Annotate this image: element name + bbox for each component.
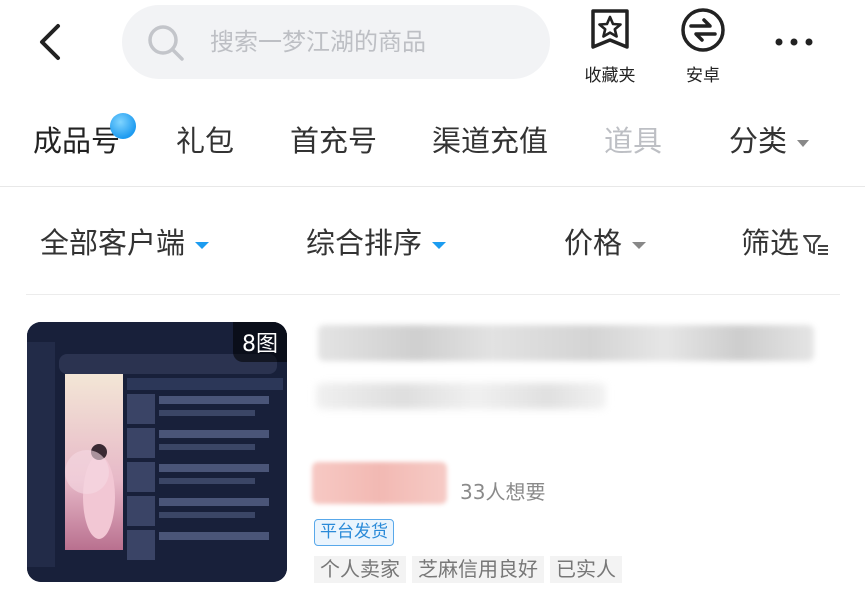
tab-category-label: 分类 [729, 124, 788, 158]
tag-credit-good: 芝麻信用良好 [412, 556, 544, 583]
search-icon [148, 25, 184, 61]
caret-down-icon [632, 241, 647, 249]
android-button[interactable]: 安卓 [668, 7, 738, 86]
divider [0, 186, 865, 187]
client-filter-dropdown[interactable]: 全部客户端 [40, 220, 210, 262]
back-button[interactable] [28, 20, 72, 64]
filter-button[interactable]: 筛选 [741, 220, 829, 262]
caret-down-icon [195, 241, 210, 249]
tab-finished-accounts[interactable]: 成品号 [33, 118, 120, 160]
new-indicator-dot [110, 113, 136, 139]
favorites-button[interactable]: 收藏夹 [575, 7, 645, 86]
caret-down-icon [797, 139, 810, 147]
platform-shipping-badge: 平台发货 [314, 519, 394, 546]
price-sort-dropdown[interactable]: 价格 [564, 220, 647, 262]
seller-tags: 个人卖家 芝麻信用良好 已实人 [314, 556, 622, 583]
product-thumbnail[interactable]: 8图 [27, 322, 287, 582]
image-count-badge: 8图 [233, 322, 287, 362]
want-count: 33人想要 [460, 480, 546, 504]
price-label: 价格 [564, 226, 623, 260]
blurred-price [312, 462, 447, 504]
more-button[interactable] [772, 32, 816, 52]
more-dots-icon [775, 38, 813, 46]
chevron-left-icon [40, 24, 60, 60]
tab-category-dropdown[interactable]: 分类 [729, 118, 810, 160]
star-box-icon [591, 9, 629, 49]
tab-items[interactable]: 道具 [604, 118, 662, 160]
blurred-subtitle [316, 383, 606, 409]
tab-gift-pack[interactable]: 礼包 [176, 118, 234, 160]
favorites-label: 收藏夹 [584, 66, 636, 86]
tag-individual-seller: 个人卖家 [314, 556, 406, 583]
filter-label: 筛选 [741, 226, 800, 260]
search-bar[interactable] [122, 5, 550, 79]
android-label: 安卓 [686, 66, 720, 86]
android-circle-icon [681, 8, 725, 52]
search-input[interactable] [210, 21, 530, 63]
tag-verified: 已实人 [550, 556, 622, 583]
sort-label: 综合排序 [306, 226, 423, 260]
client-filter-label: 全部客户端 [40, 226, 186, 260]
sort-dropdown[interactable]: 综合排序 [306, 220, 447, 262]
caret-down-icon [432, 241, 447, 249]
tab-first-recharge[interactable]: 首充号 [290, 118, 377, 160]
blurred-title [318, 325, 814, 361]
filter-funnel-icon [803, 235, 829, 255]
divider [26, 294, 840, 295]
tab-channel-recharge[interactable]: 渠道充值 [432, 118, 548, 160]
